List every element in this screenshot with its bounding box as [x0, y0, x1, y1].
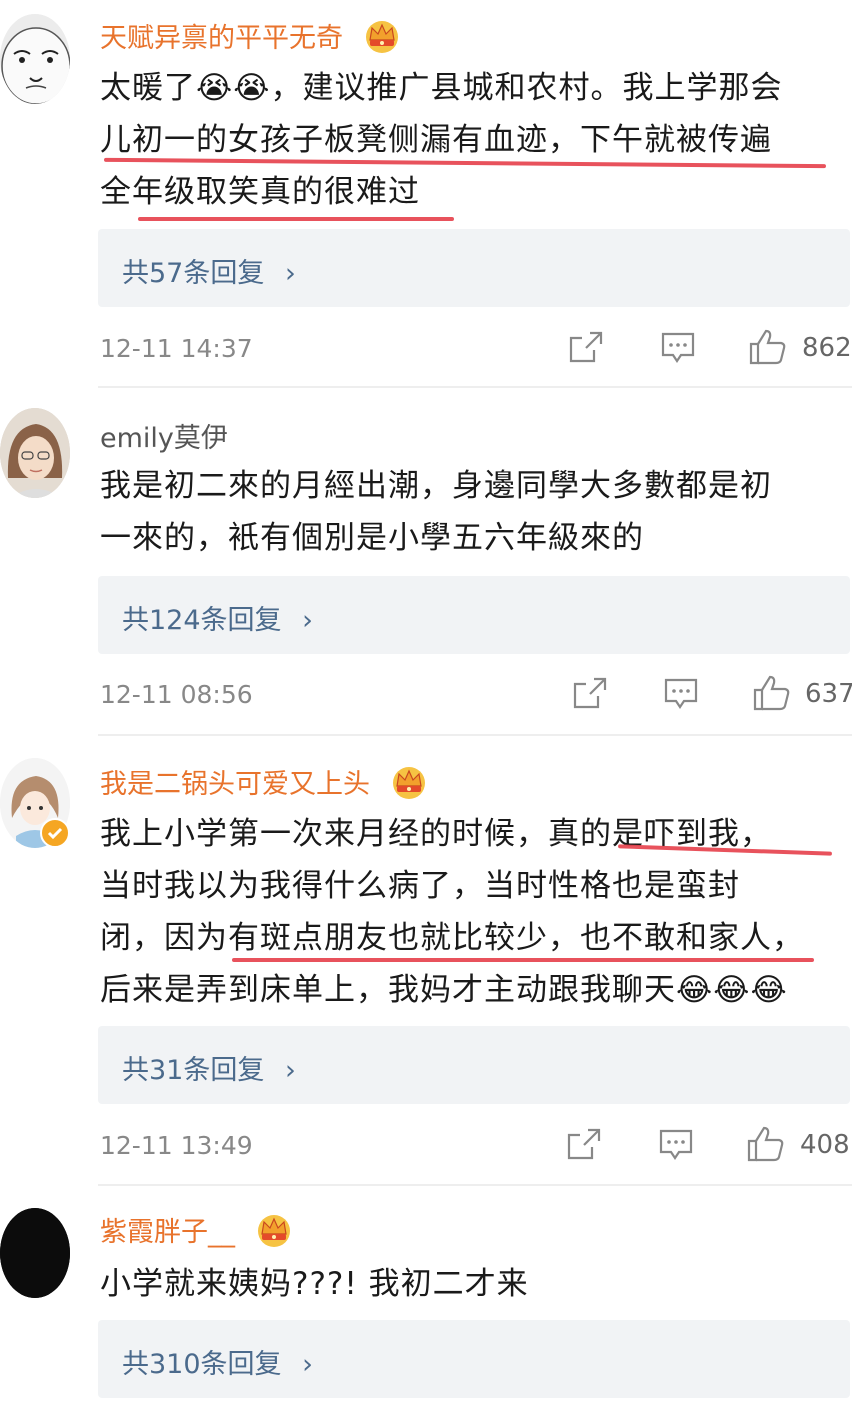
comment-text: 小学就来姨妈???! 我初二才来: [100, 1266, 529, 1302]
comment-text: 我上小学第一次来月经的时候，真的是吓到我， 当时我以为我得什么病了，当时性格也是…: [100, 816, 804, 1008]
comment-text: 我是初二來的月經出潮，身邊同學大多數都是初 一來的，衹有個別是小學五六年級來的: [100, 468, 772, 556]
user-photo-avatar-icon: [0, 408, 70, 498]
comment-button[interactable]: [660, 331, 696, 369]
comment-item: 天赋异禀的平平无奇 太暖了😭😭，建议推广县城和农村。我上学那会 儿初一的女孩子板…: [0, 0, 852, 388]
username[interactable]: 紫霞胖子__: [100, 1210, 294, 1255]
avatar[interactable]: [0, 408, 70, 498]
like-count: 862: [802, 333, 852, 363]
like-button[interactable]: [748, 328, 788, 370]
crown-badge-icon: [362, 18, 402, 61]
like-button[interactable]: [752, 674, 792, 716]
timestamp: 12-11 08:56: [100, 680, 253, 709]
reply-count-link: 共31条回复: [122, 1055, 265, 1086]
chevron-right-icon: ›: [284, 1055, 296, 1086]
reply-summary[interactable]: 共57条回复 ›: [98, 229, 850, 307]
share-button[interactable]: [568, 330, 604, 368]
reply-count-link: 共310条回复: [122, 1349, 282, 1380]
black-avatar-icon: [0, 1208, 70, 1298]
crown-badge-icon: [254, 1212, 294, 1255]
chevron-right-icon: ›: [302, 1349, 313, 1380]
timestamp: 12-11 14:37: [100, 334, 253, 363]
highlight-underline: [232, 958, 814, 962]
divider: [98, 734, 852, 736]
comment-button[interactable]: [658, 1128, 694, 1166]
reply-summary[interactable]: 共124条回复 ›: [98, 576, 850, 654]
thumbs-up-icon: [749, 329, 786, 365]
chevron-right-icon: ›: [302, 605, 313, 636]
share-icon: [569, 331, 603, 363]
like-count: 408: [800, 1130, 850, 1160]
username[interactable]: 我是二锅头可爱又上头: [100, 762, 429, 807]
verified-badge-icon: [40, 818, 70, 848]
thumbs-up-icon: [747, 1126, 784, 1162]
comment-icon: [664, 678, 698, 709]
comment-icon: [659, 1129, 693, 1160]
reply-summary[interactable]: 共31条回复 ›: [98, 1026, 850, 1104]
like-button[interactable]: [746, 1125, 786, 1167]
comment-item: 我是二锅头可爱又上头 我上小学第一次来月经的时候，真的是吓到我， 当时我以为我得…: [0, 738, 852, 1188]
username[interactable]: emily莫伊: [100, 416, 228, 455]
meme-face-avatar-icon: [0, 14, 70, 104]
share-icon: [567, 1128, 601, 1160]
divider: [98, 1184, 852, 1186]
comment-text: 太暖了😭😭，建议推广县城和农村。我上学那会 儿初一的女孩子板凳侧漏有血迹，下午就…: [100, 70, 783, 210]
avatar[interactable]: [0, 1208, 70, 1298]
share-icon: [573, 677, 607, 709]
timestamp: 12-11 13:49: [100, 1131, 253, 1160]
username[interactable]: 天赋异禀的平平无奇: [100, 16, 402, 61]
reply-count-link: 共57条回复: [122, 258, 265, 289]
reply-summary[interactable]: 共310条回复 ›: [98, 1320, 850, 1398]
reply-count-link: 共124条回复: [122, 605, 282, 636]
avatar[interactable]: [0, 14, 70, 104]
chevron-right-icon: ›: [284, 258, 296, 289]
highlight-underline: [138, 217, 454, 221]
comment-button[interactable]: [663, 677, 699, 715]
crown-badge-icon: [389, 764, 429, 807]
comment-icon: [661, 332, 695, 363]
thumbs-up-icon: [753, 675, 790, 711]
like-count: 637: [805, 679, 852, 709]
comment-item: 紫霞胖子__ 小学就来姨妈???! 我初二才来 共310条回复 ›: [0, 1188, 852, 1421]
share-button[interactable]: [572, 676, 608, 714]
comment-item: emily莫伊 我是初二來的月經出潮，身邊同學大多數都是初 一來的，衹有個別是小…: [0, 388, 852, 738]
share-button[interactable]: [566, 1127, 602, 1165]
